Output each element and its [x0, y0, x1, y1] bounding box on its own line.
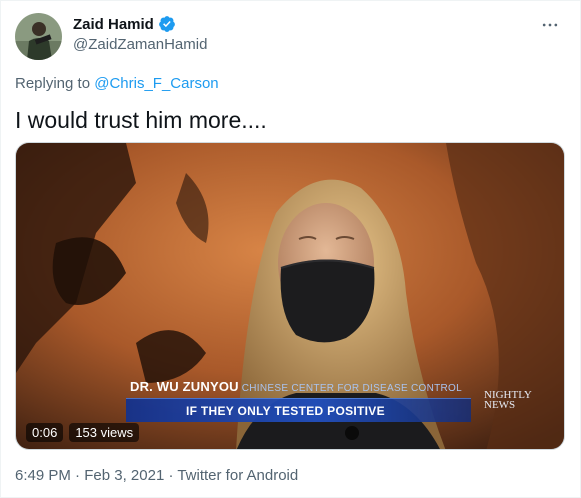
- separator: ·: [70, 467, 85, 484]
- lower-third-quote: IF THEY ONLY TESTED POSITIVE: [186, 403, 385, 418]
- verified-badge-icon: [158, 15, 176, 33]
- tweet-time[interactable]: 6:49 PM: [15, 467, 71, 484]
- network-logo-line2: NEWS: [484, 399, 516, 411]
- video-views: 153 views: [69, 423, 140, 442]
- lower-third-org: CHINESE CENTER FOR DISEASE CONTROL: [241, 383, 462, 394]
- network-logo: NIGHTLY NEWS: [484, 390, 540, 411]
- replying-to: Replying to @Chris_F_Carson: [15, 75, 219, 92]
- video-elapsed: 0:06: [26, 423, 64, 442]
- tweet-card: Zaid Hamid @ZaidZamanHamid Replying to @…: [0, 0, 581, 498]
- lower-third-bar: IF THEY ONLY TESTED POSITIVE: [126, 398, 471, 422]
- lower-third-name-row: DR. WU ZUNYOU CHINESE CENTER FOR DISEASE…: [126, 379, 471, 394]
- tweet-date[interactable]: Feb 3, 2021: [84, 467, 164, 484]
- author-display-name[interactable]: Zaid Hamid: [73, 16, 154, 33]
- avatar[interactable]: [15, 13, 62, 60]
- more-options-icon[interactable]: [538, 13, 562, 37]
- replying-to-label: Replying to: [15, 75, 95, 92]
- tweet-source[interactable]: Twitter for Android: [177, 467, 298, 484]
- video-player[interactable]: DR. WU ZUNYOU CHINESE CENTER FOR DISEASE…: [15, 142, 565, 450]
- video-meta: 0:06 153 views: [26, 423, 140, 442]
- author-handle[interactable]: @ZaidZamanHamid: [73, 36, 207, 53]
- separator: ·: [164, 467, 178, 484]
- lower-third: DR. WU ZUNYOU CHINESE CENTER FOR DISEASE…: [126, 379, 471, 422]
- tweet-text: I would trust him more....: [15, 107, 267, 133]
- author-name-row: Zaid Hamid: [73, 15, 176, 33]
- lower-third-name: DR. WU ZUNYOU: [130, 379, 239, 394]
- avatar-image: [15, 13, 62, 60]
- reply-mention-link[interactable]: @Chris_F_Carson: [94, 75, 218, 92]
- tweet-timestamp: 6:49 PM · Feb 3, 2021 · Twitter for Andr…: [15, 467, 298, 484]
